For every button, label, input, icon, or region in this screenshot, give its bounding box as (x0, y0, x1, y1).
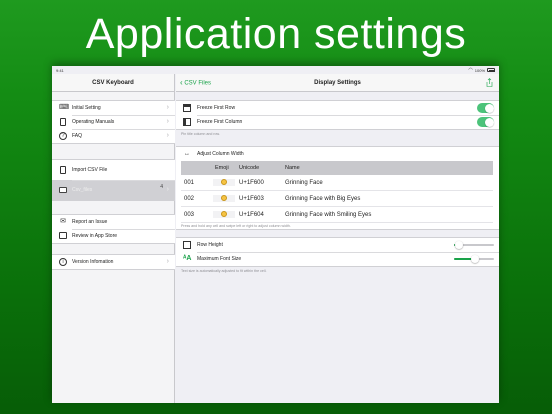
header-cell: Name (285, 165, 300, 171)
display-settings-panel: ‹ CSV Files Display Settings Freeze Firs… (176, 74, 499, 403)
row-height-label: Row Height (197, 242, 223, 248)
status-time: 9:41 (56, 67, 64, 73)
freeze-settings-group: Freeze First Row Freeze First Column (176, 100, 499, 130)
import-file-icon (59, 166, 67, 174)
sidebar-item-label: Review in App Store (72, 233, 118, 239)
review-icon (59, 232, 67, 240)
emoji-cell (213, 210, 235, 219)
slider-knob[interactable] (470, 255, 479, 263)
question-icon: ? (59, 132, 67, 140)
emoji-cell (213, 194, 235, 203)
slider-knob[interactable] (454, 241, 463, 249)
column-width-group: ↔ Adjust Column Width Emoji Unicode Name… (176, 146, 499, 230)
sidebar-item-faq[interactable]: ? FAQ › (52, 129, 175, 143)
adjust-column-width-row: ↔ Adjust Column Width (176, 147, 499, 161)
main-navbar: ‹ CSV Files Display Settings (176, 74, 499, 92)
size-settings-group: Row Height ᴬA Maximum Font Size (176, 237, 499, 267)
unicode-cell: U+1F604 (239, 211, 264, 218)
sidebar-item-label: Csv_files (72, 187, 93, 193)
name-cell: Grinning Face with Smiling Eyes (285, 211, 372, 218)
sidebar-item-report-issue[interactable]: ✉ Report an Issue (52, 215, 175, 229)
chevron-right-icon: › (166, 186, 169, 193)
grinning-face-big-eyes-icon (221, 194, 227, 201)
mail-icon: ✉ (60, 218, 66, 225)
chevron-right-icon: › (166, 132, 169, 139)
sidebar-group-feedback: ✉ Report an Issue Review in App Store (52, 214, 175, 244)
sidebar-item-label: Import CSV File (72, 167, 108, 173)
share-icon[interactable] (486, 78, 493, 87)
row-id: 001 (184, 179, 195, 186)
sidebar-item-label: Version Infomation (72, 259, 114, 265)
header-cell: Unicode (239, 165, 260, 171)
status-bar: 9:41 ◠ 100% (52, 66, 499, 74)
freeze-first-row-label: Freeze First Row (197, 105, 236, 111)
name-cell: Grinning Face (285, 179, 323, 186)
row-id: 002 (184, 195, 195, 202)
column-width-note: Press and hold any cell and swipe left o… (181, 224, 291, 228)
battery-icon (487, 68, 495, 72)
sidebar-item-label: Report an Issue (72, 219, 108, 225)
row-height-row: Row Height (176, 238, 499, 252)
sidebar-title: CSV Keyboard (52, 74, 174, 92)
table-header: Emoji Unicode Name (181, 161, 493, 175)
row-height-icon (183, 241, 191, 249)
sidebar-item-review-app-store[interactable]: Review in App Store (52, 229, 175, 243)
sidebar-item-version-info[interactable]: i Version Infomation › (52, 255, 175, 269)
sidebar-item-initial-setting[interactable]: ⌨ Initial Setting › (52, 101, 175, 115)
name-cell: Grinning Face with Big Eyes (285, 195, 361, 202)
max-font-size-slider[interactable] (454, 255, 494, 263)
sidebar-item-label: Operating Manuals (72, 119, 115, 125)
freeze-first-column-label: Freeze First Column (197, 119, 243, 125)
sidebar-item-label: Initial Setting (72, 105, 101, 111)
table-row[interactable]: 003 U+1F604 Grinning Face with Smiling E… (181, 207, 493, 223)
header-cell: Emoji (215, 165, 229, 171)
keyboard-icon: ⌨ (59, 104, 70, 111)
table-row[interactable]: 001 U+1F600 Grinning Face (181, 175, 493, 191)
file-count-badge: 4 (160, 184, 163, 190)
grinning-face-icon (221, 178, 227, 185)
sidebar-group-files: Import CSV File Csv_files 4 › (52, 159, 175, 201)
sidebar: CSV Keyboard ⌨ Initial Setting › Operati… (52, 74, 175, 403)
adjust-column-width-label: Adjust Column Width (197, 151, 244, 157)
sidebar-group-about: i Version Infomation › (52, 254, 175, 270)
grinning-face-smiling-eyes-icon (221, 210, 227, 217)
sidebar-group-help: ⌨ Initial Setting › Operating Manuals › … (52, 100, 175, 144)
sample-table[interactable]: Emoji Unicode Name 001 U+1F600 Grinning … (181, 161, 493, 223)
wifi-icon: ◠ (468, 67, 473, 73)
freeze-first-row-row: Freeze First Row (176, 101, 499, 115)
row-id: 003 (184, 211, 195, 218)
chevron-right-icon: › (166, 104, 169, 111)
sidebar-item-operating-manuals[interactable]: Operating Manuals › (52, 115, 175, 129)
font-size-icon: ᴬA (183, 255, 192, 262)
folder-icon (59, 186, 67, 194)
freeze-first-row-toggle[interactable] (477, 103, 494, 113)
sidebar-item-label: FAQ (72, 133, 83, 139)
sidebar-item-csv-files[interactable]: Csv_files 4 › (52, 180, 175, 200)
page-title: Display Settings (314, 80, 361, 86)
freeze-column-icon (183, 118, 191, 126)
ipad-screen: 9:41 ◠ 100% CSV Keyboard ⌨ Initial Setti… (52, 66, 499, 403)
max-font-size-row: ᴬA Maximum Font Size (176, 252, 499, 266)
freeze-row-icon (183, 104, 191, 112)
row-height-slider[interactable] (454, 241, 494, 249)
info-icon: i (59, 258, 67, 266)
chevron-right-icon: › (166, 258, 169, 265)
chevron-right-icon: › (166, 118, 169, 125)
freeze-first-column-row: Freeze First Column (176, 115, 499, 129)
font-size-note: Text size is automatically adjusted to f… (181, 269, 267, 273)
max-font-size-label: Maximum Font Size (197, 256, 242, 262)
book-icon (59, 118, 67, 126)
column-width-icon: ↔ (184, 151, 190, 157)
sidebar-item-import-csv[interactable]: Import CSV File (52, 160, 175, 180)
freeze-note: Pin title column and row. (181, 132, 220, 136)
table-row[interactable]: 002 U+1F603 Grinning Face with Big Eyes (181, 191, 493, 207)
headline: Application settings (85, 10, 467, 58)
battery-percent: 100% (474, 67, 485, 73)
unicode-cell: U+1F603 (239, 195, 264, 202)
emoji-cell (213, 178, 235, 187)
freeze-first-column-toggle[interactable] (477, 117, 494, 127)
unicode-cell: U+1F600 (239, 179, 264, 186)
